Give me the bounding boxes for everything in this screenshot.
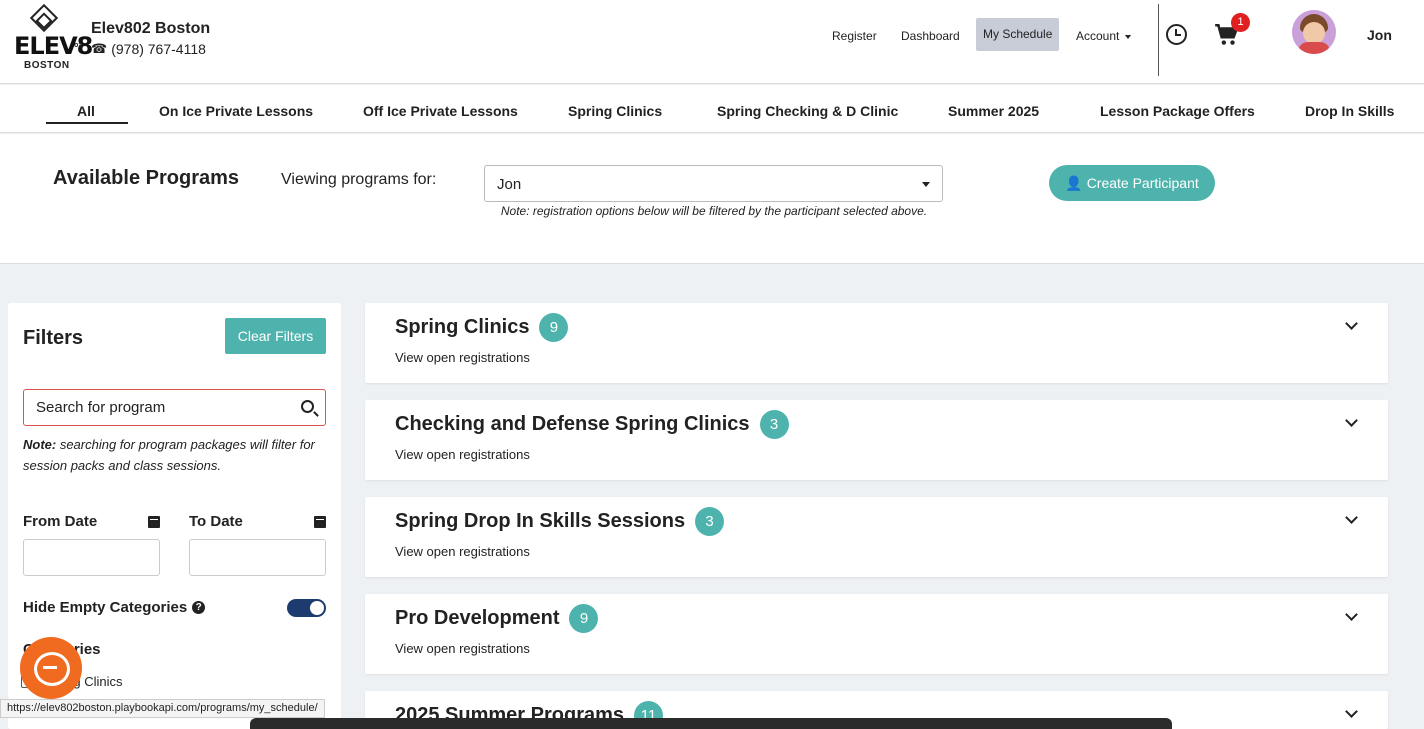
program-title-text: Spring Drop In Skills Sessions xyxy=(395,510,686,532)
tab-active-indicator xyxy=(46,122,128,124)
search-note-text: searching for program packages will filt… xyxy=(23,437,315,473)
participant-select[interactable]: Jon xyxy=(484,165,943,202)
nav-my-schedule[interactable]: My Schedule xyxy=(976,18,1060,51)
program-card-title: Spring Clinics 9 xyxy=(395,313,569,342)
count-badge: 3 xyxy=(695,507,725,536)
org-phone[interactable]: ☎ (978) 767-4118 xyxy=(91,41,206,57)
participant-select-value: Jon xyxy=(497,176,522,193)
program-card[interactable]: Pro Development 9 View open registration… xyxy=(365,594,1388,674)
count-badge: 9 xyxy=(569,604,599,633)
program-card-title: Checking and Defense Spring Clinics 3 xyxy=(395,410,789,439)
user-plus-icon: 👤 xyxy=(1065,174,1083,191)
search-icon[interactable] xyxy=(301,400,314,413)
tab-spring-checking-d-clinic[interactable]: Spring Checking & D Clinic xyxy=(717,103,898,119)
org-logo[interactable]: ELEV8 oz BOSTON xyxy=(12,3,93,72)
program-title-text: Spring Clinics xyxy=(395,316,530,338)
nav-dashboard[interactable]: Dashboard xyxy=(895,27,966,45)
search-input[interactable] xyxy=(24,390,294,425)
program-card[interactable]: Checking and Defense Spring Clinics 3 Vi… xyxy=(365,400,1388,480)
avatar[interactable] xyxy=(1292,10,1336,54)
header-divider xyxy=(1158,4,1159,76)
hide-empty-label: Hide Empty Categories xyxy=(23,599,188,616)
programs-header-panel: Available Programs Viewing programs for:… xyxy=(0,134,1424,264)
logo-diamond-icon xyxy=(29,3,59,33)
bottom-dock xyxy=(250,718,1172,729)
program-card-title: Spring Drop In Skills Sessions 3 xyxy=(395,507,725,536)
page-title: Available Programs xyxy=(53,167,240,189)
chevron-down-icon[interactable] xyxy=(1345,608,1358,621)
tab-off-ice-private-lessons[interactable]: Off Ice Private Lessons xyxy=(363,103,518,119)
program-card[interactable]: Spring Drop In Skills Sessions 3 View op… xyxy=(365,497,1388,577)
create-participant-label: Create Participant xyxy=(1086,175,1199,191)
program-title-text: Pro Development xyxy=(395,607,560,629)
nav-register[interactable]: Register xyxy=(826,27,883,45)
nav-account-label: Account xyxy=(1076,29,1120,43)
tab-all[interactable]: All xyxy=(77,103,95,119)
program-title-text: Checking and Defense Spring Clinics xyxy=(395,413,750,435)
question-icon[interactable]: ? xyxy=(192,601,206,614)
phone-icon: ☎ xyxy=(91,41,108,56)
clock-icon[interactable] xyxy=(1166,24,1187,45)
filters-title: Filters xyxy=(23,327,84,349)
view-open-registrations[interactable]: View open registrations xyxy=(395,641,530,656)
chevron-down-icon[interactable] xyxy=(1345,414,1358,427)
search-note: Note: searching for program packages wil… xyxy=(23,434,328,476)
hide-empty-categories: Hide Empty Categories ? xyxy=(23,599,206,616)
user-name[interactable]: Jon xyxy=(1367,27,1392,43)
phone-number: (978) 767-4118 xyxy=(111,41,206,57)
caret-down-icon xyxy=(922,182,930,187)
calendar-icon[interactable] xyxy=(148,516,160,528)
viewing-label: Viewing programs for: xyxy=(281,171,437,188)
top-header: ELEV8 oz BOSTON Elev802 Boston ☎ (978) 7… xyxy=(0,0,1424,84)
org-name: Elev802 Boston xyxy=(91,20,211,37)
from-date-label: From Date xyxy=(23,513,98,530)
cart-count-badge: 1 xyxy=(1231,13,1250,32)
clear-filters-button[interactable]: Clear Filters xyxy=(225,318,326,354)
program-card[interactable]: Spring Clinics 9 View open registrations xyxy=(365,303,1388,383)
chevron-down-icon[interactable] xyxy=(1345,511,1358,524)
search-note-bold: Note: xyxy=(23,437,57,452)
create-participant-button[interactable]: 👤 Create Participant xyxy=(1049,165,1215,201)
chat-launcher-icon[interactable] xyxy=(20,637,82,699)
from-date-input[interactable] xyxy=(23,539,160,576)
participant-note: Note: registration options below will be… xyxy=(500,204,928,218)
chevron-down-icon[interactable] xyxy=(1345,317,1358,330)
to-date-input[interactable] xyxy=(189,539,326,576)
view-open-registrations[interactable]: View open registrations xyxy=(395,447,530,462)
view-open-registrations[interactable]: View open registrations xyxy=(395,350,530,365)
tab-on-ice-private-lessons[interactable]: On Ice Private Lessons xyxy=(159,103,313,119)
nav-account[interactable]: Account xyxy=(1070,27,1137,45)
chevron-down-icon[interactable] xyxy=(1345,705,1358,718)
logo-sup: oz xyxy=(74,42,82,49)
program-search xyxy=(23,389,326,426)
to-date-label: To Date xyxy=(189,513,243,530)
hide-empty-toggle[interactable] xyxy=(287,599,326,617)
count-badge: 9 xyxy=(539,313,569,342)
tab-lesson-package-offers[interactable]: Lesson Package Offers xyxy=(1100,103,1255,119)
tab-spring-clinics[interactable]: Spring Clinics xyxy=(568,103,662,119)
caret-down-icon xyxy=(1125,34,1132,39)
tab-summer-2025[interactable]: Summer 2025 xyxy=(948,103,1039,119)
count-badge: 3 xyxy=(759,410,789,439)
calendar-icon[interactable] xyxy=(314,516,326,528)
view-open-registrations[interactable]: View open registrations xyxy=(395,544,530,559)
tab-drop-in-skills[interactable]: Drop In Skills xyxy=(1305,103,1394,119)
logo-city: BOSTON xyxy=(24,60,70,71)
program-card-title: Pro Development 9 xyxy=(395,604,599,633)
status-url: https://elev802boston.playbookapi.com/pr… xyxy=(0,699,325,718)
category-tabs: All On Ice Private Lessons Off Ice Priva… xyxy=(0,85,1424,133)
